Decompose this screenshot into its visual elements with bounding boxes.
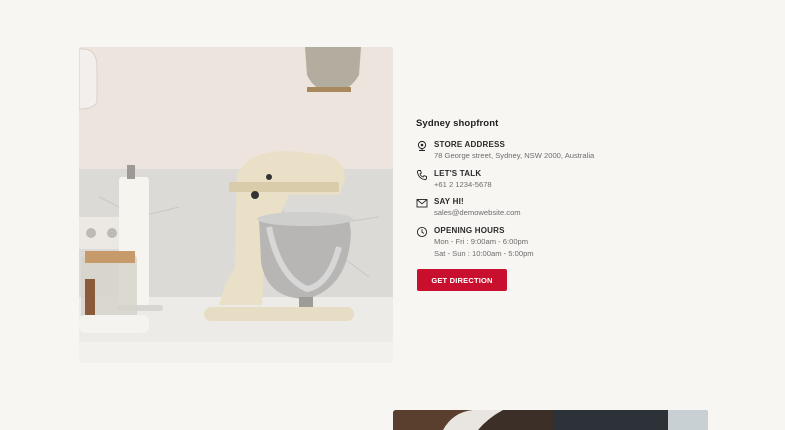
store-photo — [79, 47, 393, 363]
phone-value: +61 2 1234-5678 — [434, 179, 492, 189]
phone-icon — [416, 169, 428, 181]
address-row: STORE ADDRESS 78 George street, Sydney, … — [416, 139, 676, 163]
talk-row: LET'S TALK +61 2 1234-5678 — [416, 168, 676, 192]
hours-weekend: Sat - Sun : 10:00am - 5:00pm — [434, 249, 534, 258]
store-info: Sydney shopfront STORE ADDRESS 78 George… — [416, 118, 676, 266]
clock-icon — [416, 226, 428, 238]
talk-label: LET'S TALK — [434, 168, 482, 178]
hours-label: OPENING HOURS — [434, 225, 505, 235]
get-direction-button[interactable]: GET DIRECTION — [417, 269, 507, 291]
sayhi-row: SAY HI! sales@demowebsite.com — [416, 196, 676, 220]
email-value: sales@demowebsite.com — [434, 208, 521, 217]
hours-weekday: Mon - Fri : 9:00am - 6:00pm — [434, 236, 529, 246]
address-label: STORE ADDRESS — [434, 140, 506, 149]
next-section-photo — [393, 410, 708, 430]
hours-row: OPENING HOURS Mon - Fri : 9:00am - 6:00p… — [416, 225, 676, 261]
location-pin-icon — [416, 140, 428, 152]
sayhi-label: SAY HI! — [434, 197, 464, 206]
store-title: Sydney shopfront — [416, 118, 499, 129]
address-value: 78 George street, Sydney, NSW 2000, Aust… — [434, 151, 595, 160]
mail-icon — [416, 197, 428, 209]
